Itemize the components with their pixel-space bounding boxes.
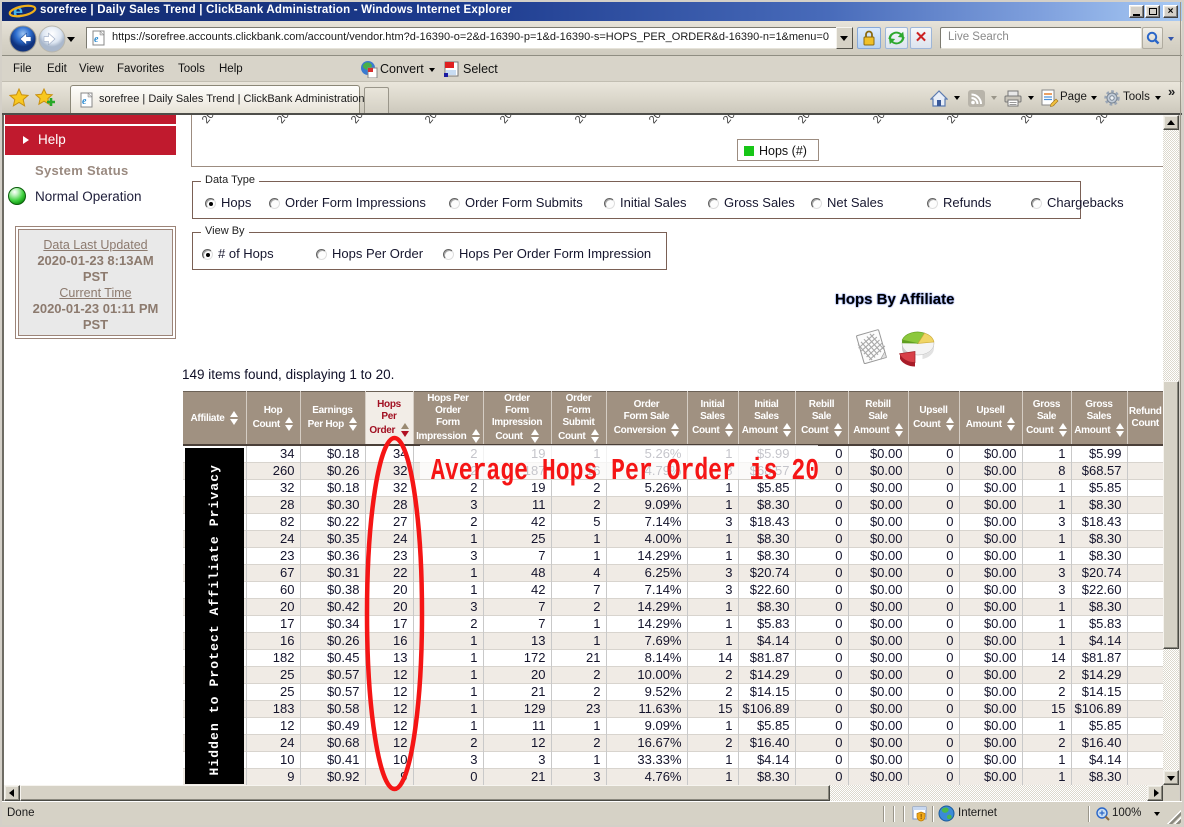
svg-text:!: ! bbox=[920, 814, 922, 821]
svg-text:e: e bbox=[82, 96, 87, 107]
svg-text:e: e bbox=[94, 34, 99, 45]
